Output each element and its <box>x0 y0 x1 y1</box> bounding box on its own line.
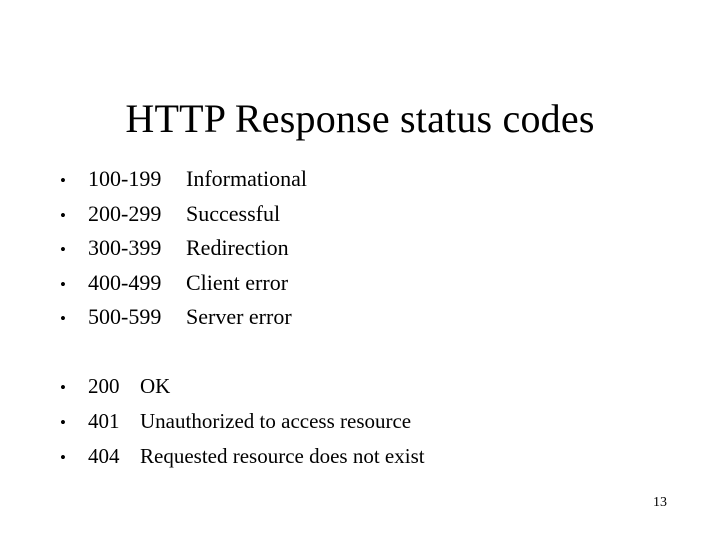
list-item: • 200 OK <box>58 369 425 404</box>
status-code-range: 500-599 <box>88 304 162 329</box>
status-code-description: OK <box>140 374 171 398</box>
status-code-description: Client error <box>186 269 289 295</box>
bullet-icon: • <box>60 448 66 467</box>
list-item: • 400-499 Client error <box>58 266 307 301</box>
list-item: • 200-299 Successful <box>58 197 307 232</box>
status-code-description: Requested resource does not exist <box>140 444 425 468</box>
bullet-icon: • <box>60 205 66 225</box>
status-code: 401 <box>88 409 120 433</box>
status-code-range: 200-299 <box>88 200 162 226</box>
bullet-icon: • <box>60 171 66 190</box>
status-code-description: Successful <box>186 200 281 226</box>
slide-canvas: HTTP Response status codes • 100-199 Inf… <box>0 0 720 540</box>
list-item: • 500-599 Server error <box>58 300 307 335</box>
bullet-icon: • <box>60 309 66 328</box>
list-item: • 300-399 Redirection <box>58 231 307 266</box>
status-code-description: Server error <box>186 304 292 329</box>
status-code-description: Redirection <box>186 235 289 260</box>
bullet-icon: • <box>60 274 66 294</box>
status-code-range: 300-399 <box>88 235 162 260</box>
status-code-range: 100-199 <box>88 166 162 191</box>
status-code-range-list: • 100-199 Informational • 200-299 Succes… <box>58 162 307 335</box>
list-item: • 404 Requested resource does not exist <box>58 439 425 474</box>
bullet-icon: • <box>60 378 66 397</box>
page-title: HTTP Response status codes <box>125 95 595 141</box>
status-code-example-list: • 200 OK • 401 Unauthorized to access re… <box>58 369 425 474</box>
page-number: 13 <box>653 495 667 510</box>
status-code-description: Informational <box>186 166 307 191</box>
status-code-range: 400-499 <box>88 269 162 295</box>
bullet-icon: • <box>60 240 66 259</box>
list-item: • 100-199 Informational <box>58 162 307 197</box>
status-code-description: Unauthorized to access resource <box>140 409 412 433</box>
status-code: 200 <box>88 374 120 398</box>
list-item: • 401 Unauthorized to access resource <box>58 404 425 439</box>
status-code: 404 <box>88 444 120 468</box>
bullet-icon: • <box>60 413 66 432</box>
